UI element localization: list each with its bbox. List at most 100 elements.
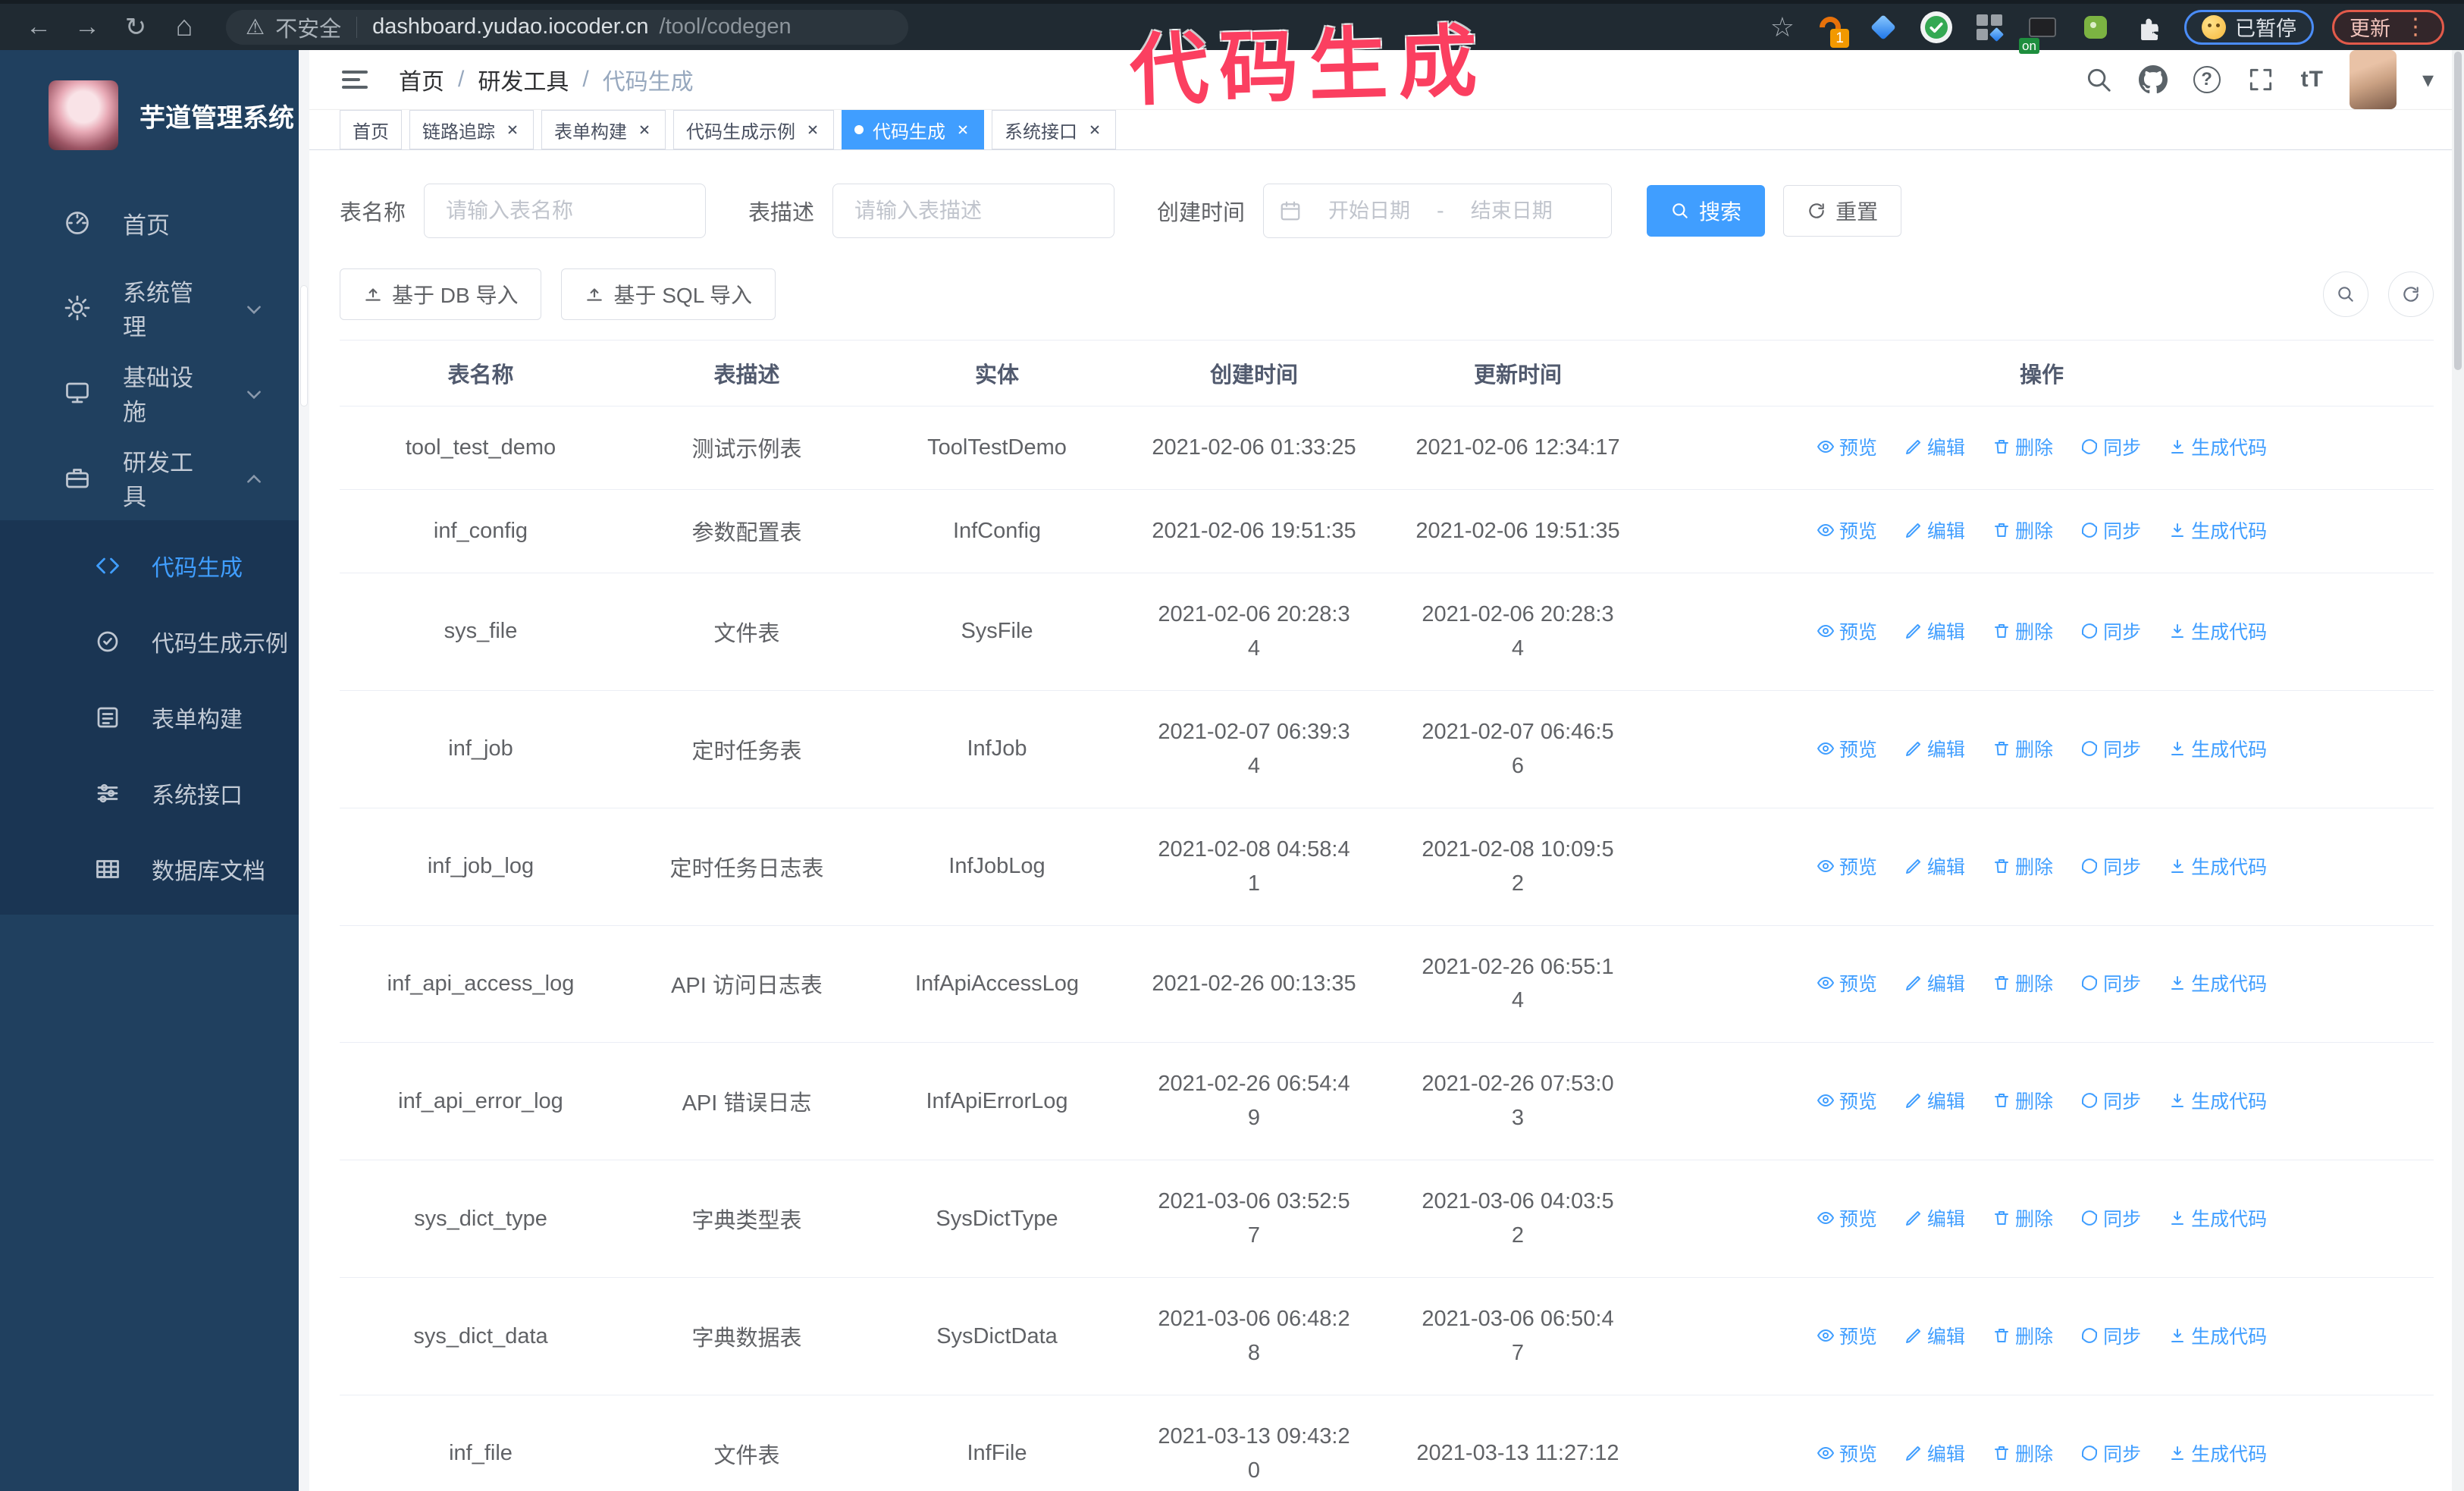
scrollbar-thumb[interactable] (300, 285, 308, 406)
end-date-input[interactable] (1454, 199, 1569, 223)
delete-link[interactable]: 删除 (1992, 516, 2053, 544)
preview-link[interactable]: 预览 (1817, 1204, 1877, 1232)
tab-codegen[interactable]: 代码生成 (842, 110, 984, 149)
avatar-caret-icon[interactable] (2422, 67, 2434, 93)
edit-link[interactable]: 编辑 (1904, 433, 1965, 460)
delete-link[interactable]: 删除 (1992, 1322, 2053, 1349)
tab-trace[interactable]: 链路追踪 (409, 110, 534, 149)
update-button[interactable]: 更新 (2332, 9, 2444, 45)
preview-link[interactable]: 预览 (1817, 516, 1877, 544)
font-size-icon[interactable]: tT (2301, 67, 2324, 93)
sync-link[interactable]: 同步 (2080, 516, 2141, 544)
sync-link[interactable]: 同步 (2080, 969, 2141, 997)
edit-link[interactable]: 编辑 (1904, 852, 1965, 880)
sidebar-item-db-doc[interactable]: 数据库文档 (0, 831, 299, 907)
edit-link[interactable]: 编辑 (1904, 1087, 1965, 1114)
bookmark-star-icon[interactable] (1770, 11, 1795, 43)
sync-link[interactable]: 同步 (2080, 735, 2141, 762)
import-db-button[interactable]: 基于 DB 导入 (340, 268, 542, 320)
edit-link[interactable]: 编辑 (1904, 969, 1965, 997)
address-bar[interactable]: 不安全 dashboard.yudao.iocoder.cn/tool/code… (226, 9, 908, 45)
sidebar-item-dev-tools[interactable]: 研发工具 (0, 435, 299, 520)
close-icon[interactable] (955, 121, 971, 138)
sidebar-item-form-builder[interactable]: 表单构建 (0, 680, 299, 755)
reset-button[interactable]: 重置 (1783, 185, 1902, 237)
generate-code-link[interactable]: 生成代码 (2168, 735, 2267, 762)
sidebar-scrollbar[interactable] (299, 50, 309, 1491)
browser-reload-icon[interactable] (117, 8, 155, 46)
sync-link[interactable]: 同步 (2080, 1204, 2141, 1232)
help-icon[interactable] (2193, 66, 2221, 93)
sidebar-item-system-api[interactable]: 系统接口 (0, 755, 299, 831)
tab-codegen-example[interactable]: 代码生成示例 (673, 110, 834, 149)
paused-profile-pill[interactable]: 已暂停 (2184, 9, 2314, 45)
avatar[interactable] (2349, 50, 2397, 109)
generate-code-link[interactable]: 生成代码 (2168, 516, 2267, 544)
sidebar-item-codegen-example[interactable]: 代码生成示例 (0, 604, 299, 680)
scrollbar-thumb[interactable] (2454, 52, 2462, 370)
preview-link[interactable]: 预览 (1817, 969, 1877, 997)
date-range-picker[interactable]: - (1263, 184, 1613, 238)
edit-link[interactable]: 编辑 (1904, 516, 1965, 544)
sidebar-item-codegen[interactable]: 代码生成 (0, 528, 299, 604)
close-icon[interactable] (804, 121, 821, 138)
edit-link[interactable]: 编辑 (1904, 1204, 1965, 1232)
table-name-input[interactable] (424, 184, 707, 238)
close-icon[interactable] (1086, 121, 1103, 138)
extension-icon-grid[interactable] (1972, 10, 2007, 45)
breadcrumb-dev-tools[interactable]: 研发工具 (478, 63, 569, 96)
sync-link[interactable]: 同步 (2080, 617, 2141, 645)
delete-link[interactable]: 删除 (1992, 1439, 2053, 1467)
extension-icon-onbox[interactable]: on (2019, 10, 2060, 54)
refresh-button[interactable] (2388, 272, 2434, 317)
extension-icon-check[interactable] (1919, 10, 1954, 45)
close-icon[interactable] (504, 121, 521, 138)
search-button[interactable]: 搜索 (1647, 185, 1766, 237)
preview-link[interactable]: 预览 (1817, 1322, 1877, 1349)
browser-forward-icon[interactable] (68, 8, 106, 46)
delete-link[interactable]: 删除 (1992, 617, 2053, 645)
delete-link[interactable]: 删除 (1992, 969, 2053, 997)
preview-link[interactable]: 预览 (1817, 1087, 1877, 1114)
github-icon[interactable] (2138, 65, 2168, 94)
preview-link[interactable]: 预览 (1817, 433, 1877, 460)
sidebar-item-home[interactable]: 首页 (0, 180, 299, 265)
breadcrumb-home[interactable]: 首页 (399, 63, 444, 96)
generate-code-link[interactable]: 生成代码 (2168, 617, 2267, 645)
generate-code-link[interactable]: 生成代码 (2168, 1322, 2267, 1349)
fullscreen-icon[interactable] (2246, 65, 2275, 94)
sync-link[interactable]: 同步 (2080, 1439, 2141, 1467)
sidebar-item-system[interactable]: 系统管理 (0, 265, 299, 350)
delete-link[interactable]: 删除 (1992, 433, 2053, 460)
tab-home[interactable]: 首页 (340, 110, 402, 149)
generate-code-link[interactable]: 生成代码 (2168, 1087, 2267, 1114)
search-icon[interactable] (2084, 65, 2113, 94)
sync-link[interactable]: 同步 (2080, 1322, 2141, 1349)
edit-link[interactable]: 编辑 (1904, 1322, 1965, 1349)
page-scrollbar[interactable] (2452, 50, 2464, 1491)
kebab-menu-icon[interactable] (2404, 14, 2427, 40)
extensions-puzzle-icon[interactable] (2131, 10, 2166, 45)
extension-icon-green[interactable] (2078, 10, 2113, 45)
sidebar-item-infrastructure[interactable]: 基础设施 (0, 350, 299, 435)
close-icon[interactable] (636, 121, 653, 138)
sync-link[interactable]: 同步 (2080, 433, 2141, 460)
edit-link[interactable]: 编辑 (1904, 1439, 1965, 1467)
app-logo[interactable]: 芋道管理系统 (0, 50, 299, 180)
generate-code-link[interactable]: 生成代码 (2168, 969, 2267, 997)
delete-link[interactable]: 删除 (1992, 735, 2053, 762)
browser-back-icon[interactable] (20, 8, 58, 46)
sync-link[interactable]: 同步 (2080, 1087, 2141, 1114)
start-date-input[interactable] (1312, 199, 1427, 223)
preview-link[interactable]: 预览 (1817, 1439, 1877, 1467)
preview-link[interactable]: 预览 (1817, 852, 1877, 880)
import-sql-button[interactable]: 基于 SQL 导入 (561, 268, 776, 320)
preview-link[interactable]: 预览 (1817, 735, 1877, 762)
tab-form-builder[interactable]: 表单构建 (541, 110, 666, 149)
delete-link[interactable]: 删除 (1992, 1087, 2053, 1114)
generate-code-link[interactable]: 生成代码 (2168, 1204, 2267, 1232)
sync-link[interactable]: 同步 (2080, 852, 2141, 880)
edit-link[interactable]: 编辑 (1904, 735, 1965, 762)
hamburger-icon[interactable] (340, 64, 370, 95)
toggle-search-button[interactable] (2323, 272, 2368, 317)
